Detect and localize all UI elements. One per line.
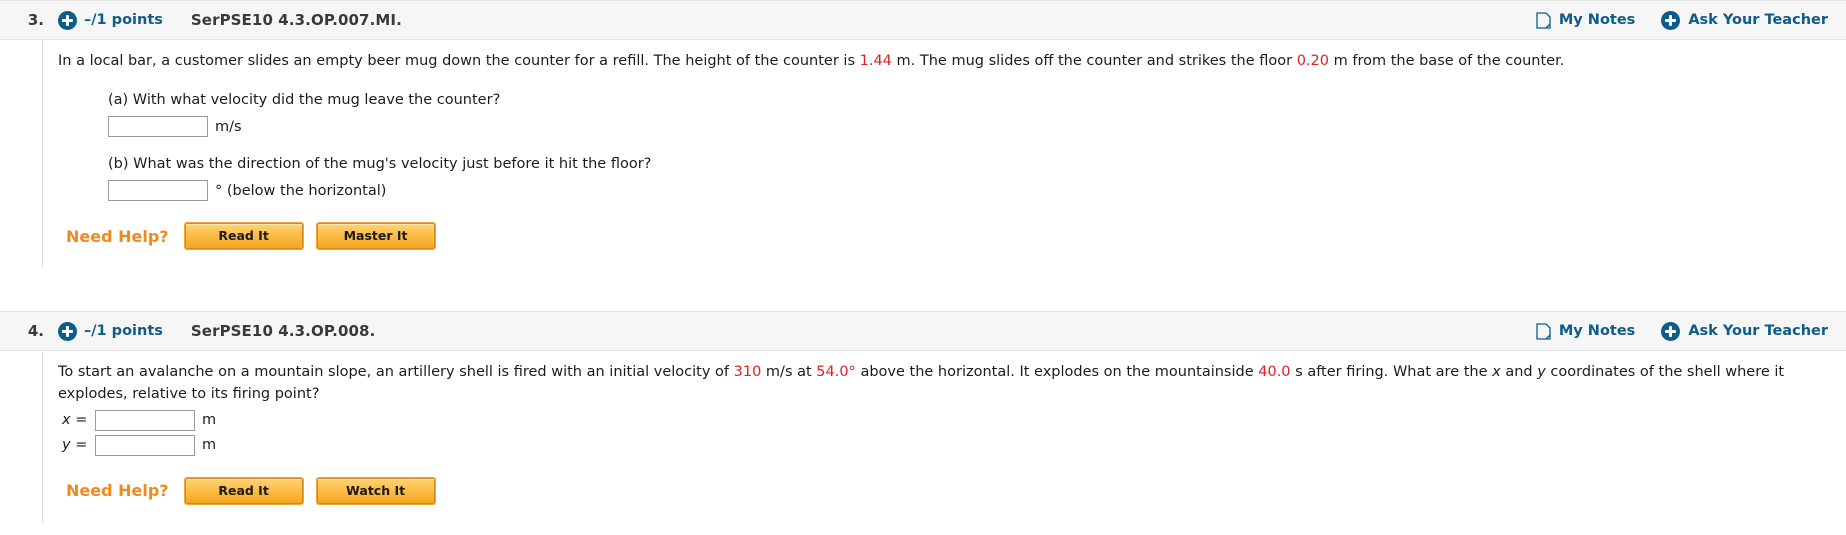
ask-your-teacher-button-4[interactable]: Ask Your Teacher — [1661, 321, 1828, 341]
answer-unit-a: m/s — [215, 118, 242, 135]
read-it-button-4[interactable]: Read It — [183, 476, 304, 505]
note-page-icon — [1536, 11, 1551, 29]
question-3-points: –/1 points — [84, 12, 163, 28]
my-notes-button-4[interactable]: My Notes — [1536, 323, 1635, 340]
need-help-label-4: Need Help? — [66, 481, 169, 501]
question-spacer — [0, 267, 1846, 311]
coordinate-label-x: x = — [62, 412, 88, 429]
my-notes-button-3[interactable]: My Notes — [1536, 11, 1636, 29]
subquestion-b-label: (b) What was the direction of the mug's … — [108, 156, 652, 173]
question-4-prompt: To start an avalanche on a mountain slop… — [58, 362, 1846, 406]
coordinate-unit-x: m — [202, 412, 217, 429]
ask-your-teacher-label-4: Ask Your Teacher — [1688, 323, 1828, 340]
plus-circle-icon — [1661, 10, 1681, 30]
subquestion-a-answer-row: m/s — [108, 116, 1846, 138]
question-3-header: 3. –/1 points SerPSE10 4.3.OP.007.MI. My… — [0, 0, 1846, 40]
answer-input-b[interactable] — [108, 180, 208, 202]
note-page-icon — [1536, 323, 1551, 340]
coordinate-row-x: x = m — [62, 409, 1846, 431]
prompt4-value-velocity: 310 — [733, 364, 762, 381]
plus-circle-icon[interactable] — [58, 321, 77, 341]
need-help-label-3: Need Help? — [66, 226, 169, 246]
master-it-button-3[interactable]: Master It — [315, 222, 436, 251]
coordinate-unit-y: m — [202, 437, 217, 454]
watch-it-button-4[interactable]: Watch It — [315, 476, 436, 505]
answer-input-a[interactable] — [108, 116, 208, 138]
question-4-code: SerPSE10 4.3.OP.008. — [190, 322, 376, 341]
ask-your-teacher-label-3: Ask Your Teacher — [1688, 12, 1828, 28]
need-help-row-3: Need Help? Read It Master It — [66, 222, 1846, 251]
my-notes-label-3: My Notes — [1558, 12, 1636, 28]
prompt4-var-x: x — [1492, 364, 1501, 381]
prompt4-text-part-1: To start an avalanche on a mountain slop… — [58, 364, 734, 381]
coordinate-row-y: y = m — [62, 434, 1846, 456]
answer-unit-b: ° (below the horizontal) — [215, 182, 387, 199]
question-4-number: 4. — [27, 322, 44, 341]
prompt-text-part-3: m from the base of the counter. — [1329, 53, 1565, 69]
question-3-tools: My Notes Ask Your Teacher — [1536, 10, 1828, 30]
question-4-tools: My Notes Ask Your Teacher — [1536, 321, 1828, 341]
subquestion-b: (b) What was the direction of the mug's … — [108, 154, 1846, 202]
prompt-text-part-1: In a local bar, a customer slides an emp… — [58, 53, 860, 69]
question-4: 4. –/1 points SerPSE10 4.3.OP.008. My No… — [0, 311, 1846, 522]
ask-your-teacher-button-3[interactable]: Ask Your Teacher — [1661, 10, 1828, 30]
question-3: 3. –/1 points SerPSE10 4.3.OP.007.MI. My… — [0, 0, 1846, 268]
prompt4-value-angle: 54.0° — [816, 364, 856, 381]
read-it-button-3[interactable]: Read It — [183, 222, 304, 251]
subquestion-a-label: (a) With what velocity did the mug leave… — [108, 91, 501, 108]
my-notes-label-4: My Notes — [1558, 323, 1636, 340]
coordinate-label-y: y = — [62, 437, 88, 454]
prompt4-text-part-2: m/s at — [761, 364, 817, 381]
question-4-points: –/1 points — [84, 323, 163, 340]
plus-circle-icon[interactable] — [58, 10, 77, 30]
need-help-row-4: Need Help? Read It Watch It — [66, 476, 1846, 505]
subquestion-b-answer-row: ° (below the horizontal) — [108, 180, 1846, 202]
prompt-value-distance: 0.20 — [1296, 53, 1329, 69]
question-3-number: 3. — [27, 11, 44, 29]
prompt4-value-time: 40.0 — [1258, 364, 1291, 381]
assignment-page: 3. –/1 points SerPSE10 4.3.OP.007.MI. My… — [0, 0, 1846, 522]
plus-circle-icon — [1661, 321, 1681, 341]
need-help-buttons-3: Read It Master It — [183, 222, 436, 251]
subquestion-a: (a) With what velocity did the mug leave… — [108, 90, 1846, 138]
question-3-body: In a local bar, a customer slides an emp… — [42, 40, 1846, 268]
need-help-buttons-4: Read It Watch It — [183, 476, 436, 505]
answer-input-y[interactable] — [95, 434, 195, 456]
question-3-prompt: In a local bar, a customer slides an emp… — [58, 51, 1846, 73]
prompt4-var-y: y — [1537, 364, 1546, 381]
prompt-value-height: 1.44 — [859, 53, 892, 69]
prompt4-text-part-4: s after firing. What are the — [1290, 364, 1493, 381]
question-4-header: 4. –/1 points SerPSE10 4.3.OP.008. My No… — [0, 311, 1846, 352]
answer-input-x[interactable] — [95, 409, 195, 431]
prompt4-text-part-5: and — [1500, 364, 1538, 381]
prompt-text-part-2: m. The mug slides off the counter and st… — [891, 53, 1297, 69]
question-3-code: SerPSE10 4.3.OP.007.MI. — [190, 11, 402, 29]
question-4-body: To start an avalanche on a mountain slop… — [42, 351, 1846, 522]
prompt4-text-part-3: above the horizontal. It explodes on the… — [855, 364, 1259, 381]
